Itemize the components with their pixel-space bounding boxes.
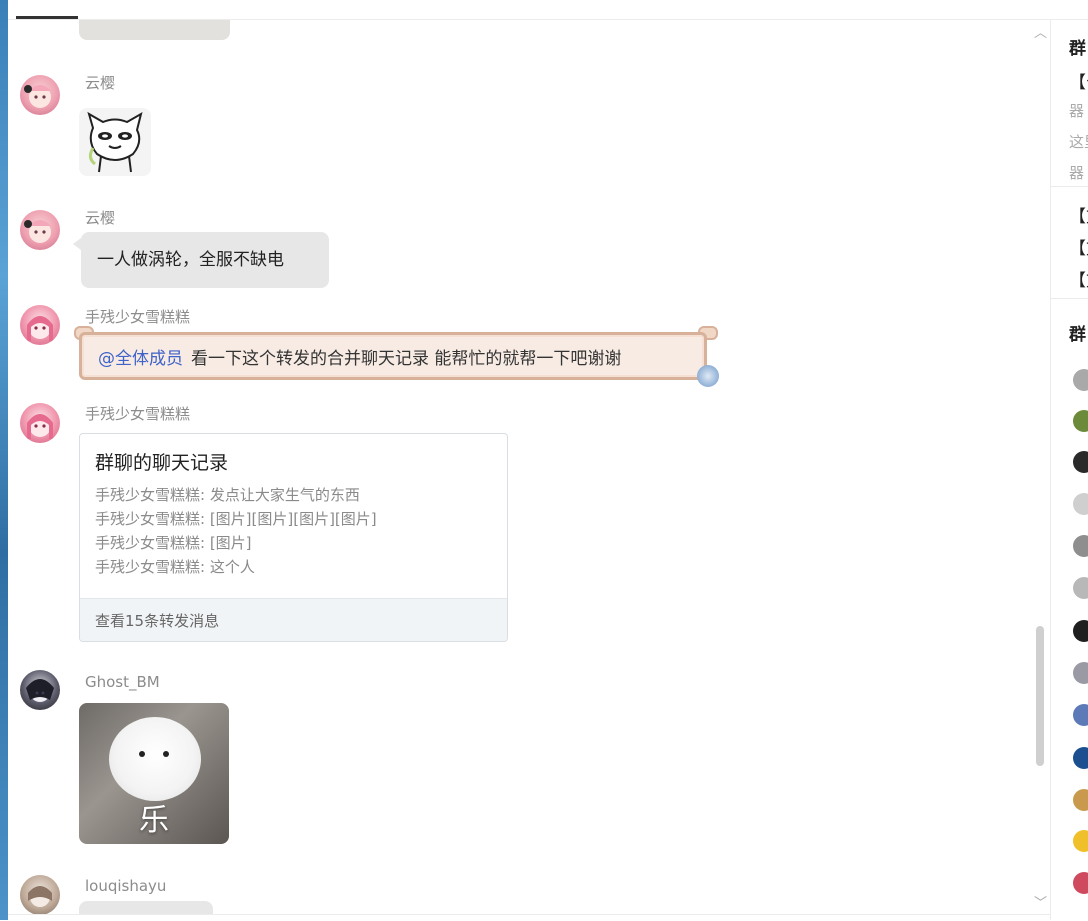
avatar[interactable] — [20, 210, 60, 250]
member-avatar[interactable] — [1073, 620, 1088, 642]
chat-tab-bar — [8, 0, 1088, 20]
announcement-text: 器 — [1069, 102, 1085, 120]
sender-name: 云樱 — [85, 74, 116, 92]
dog-body — [109, 717, 201, 801]
cat-face-sticker[interactable] — [79, 108, 151, 176]
sender-name: 手残少女雪糕糕 — [85, 308, 191, 326]
active-tab-indicator — [16, 16, 78, 19]
member-avatar[interactable] — [1073, 830, 1088, 852]
divider — [1051, 298, 1088, 299]
forward-footer-text: 查看15条转发消息 — [95, 612, 220, 630]
forward-preview-line: 手残少女雪糕糕: 这个人 — [95, 558, 255, 576]
member-avatar[interactable] — [1073, 789, 1088, 811]
file-item[interactable]: 【文 — [1069, 266, 1088, 291]
chat-message-area[interactable]: 云樱 云樱 一人做涡轮，全服不缺电 手残少女雪糕糕 @全体成员 看一下这个转发的… — [8, 20, 1050, 914]
members-heading: 群 — [1069, 325, 1086, 345]
decorated-message-bubble[interactable]: @全体成员 看一下这个转发的合并聊天记录 能帮忙的就帮一下吧谢谢 — [79, 332, 707, 380]
forward-preview-line: 手残少女雪糕糕: [图片][图片][图片][图片] — [95, 510, 377, 528]
member-avatar[interactable] — [1073, 577, 1088, 599]
member-avatar[interactable] — [1073, 369, 1088, 391]
forwarded-chat-record-card[interactable]: 群聊的聊天记录 手残少女雪糕糕: 发点让大家生气的东西 手残少女雪糕糕: [图片… — [79, 433, 508, 642]
member-avatar[interactable] — [1073, 704, 1088, 726]
partial-previous-message — [79, 20, 230, 40]
member-avatar[interactable] — [1073, 747, 1088, 769]
message-text: 看一下这个转发的合并聊天记录 能帮忙的就帮一下吧谢谢 — [191, 349, 622, 369]
white-dog-sticker[interactable]: 乐 — [79, 703, 229, 844]
member-avatar[interactable] — [1073, 451, 1088, 473]
sender-name: Ghost_BM — [85, 673, 160, 691]
forward-preview-line: 手残少女雪糕糕: [图片] — [95, 534, 252, 552]
scroll-up-icon[interactable]: ︿ — [1034, 22, 1047, 41]
member-avatar[interactable] — [1073, 493, 1088, 515]
divider — [1051, 186, 1088, 187]
avatar[interactable] — [20, 305, 60, 345]
member-avatar[interactable] — [1073, 662, 1088, 684]
message-bubble[interactable]: 一人做涡轮，全服不缺电 — [81, 232, 329, 288]
mention-all-members[interactable]: @全体成员 — [98, 349, 183, 369]
bubble-corner-decoration — [697, 365, 719, 387]
view-forwarded-messages-link[interactable]: 查看15条转发消息 — [80, 598, 507, 641]
announcement-text: 这里 — [1069, 133, 1088, 151]
scrollbar-thumb[interactable] — [1036, 626, 1044, 766]
avatar[interactable] — [20, 75, 60, 115]
message-text: 一人做涡轮，全服不缺电 — [97, 250, 284, 270]
dog-eye — [139, 751, 145, 757]
avatar[interactable] — [20, 403, 60, 443]
sender-name: 手残少女雪糕糕 — [85, 405, 191, 423]
avatar[interactable] — [20, 670, 60, 710]
member-avatar[interactable] — [1073, 872, 1088, 894]
announcement-heading: 群 — [1069, 39, 1086, 59]
forward-preview-line: 手残少女雪糕糕: 发点让大家生气的东西 — [95, 486, 360, 504]
desktop-background-edge — [0, 0, 8, 920]
dog-eye — [163, 751, 169, 757]
scroll-down-icon[interactable]: ﹀ — [1034, 892, 1047, 911]
announcement-text: 器 — [1069, 164, 1085, 182]
sender-name: louqishayu — [85, 877, 167, 895]
sender-name: 云樱 — [85, 209, 116, 227]
sticker-caption: 乐 — [139, 803, 169, 838]
group-info-panel: 群 【公 器 这里 器 【文 【文 【文 群 — [1050, 20, 1088, 920]
message-bubble[interactable] — [79, 901, 213, 914]
avatar[interactable] — [20, 875, 60, 914]
member-avatar[interactable] — [1073, 535, 1088, 557]
announcement-item[interactable]: 【公 — [1069, 68, 1088, 93]
bubble-tail — [73, 238, 81, 250]
member-avatar[interactable] — [1073, 410, 1088, 432]
file-item[interactable]: 【文 — [1069, 202, 1088, 227]
forward-title: 群聊的聊天记录 — [95, 452, 229, 474]
file-item[interactable]: 【文 — [1069, 234, 1088, 259]
